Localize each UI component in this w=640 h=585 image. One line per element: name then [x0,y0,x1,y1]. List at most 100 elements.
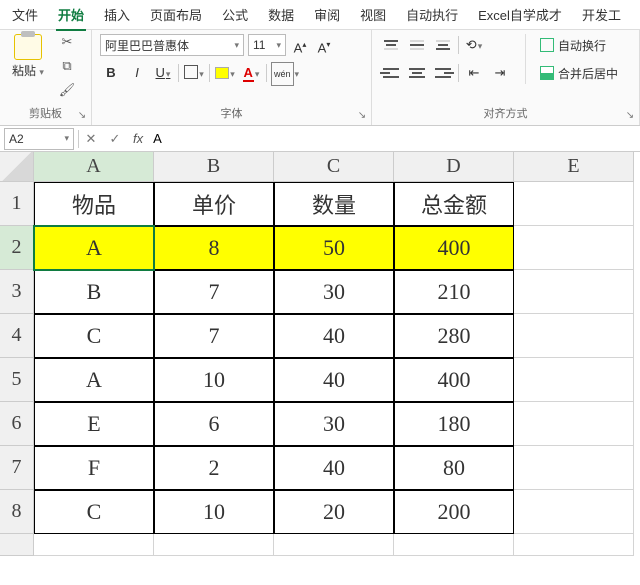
cell-e3[interactable] [514,270,634,314]
align-center-button[interactable] [406,62,428,84]
tab-view[interactable]: 视图 [350,0,396,30]
increase-indent-button[interactable]: ⇥ [489,62,511,84]
cell-d6[interactable]: 180 [394,402,514,446]
align-left-button[interactable] [380,62,402,84]
cell-c1[interactable]: 数量 [274,182,394,226]
tab-review[interactable]: 审阅 [304,0,350,30]
cell-b8[interactable]: 10 [154,490,274,534]
cell-e9[interactable] [514,534,634,556]
alignment-launcher-icon[interactable]: ↘ [623,109,637,123]
row-header-7[interactable]: 7 [0,446,34,490]
cell-e2[interactable] [514,226,634,270]
row-header-6[interactable]: 6 [0,402,34,446]
fill-color-button[interactable]: ▾ [214,62,236,84]
cell-b2[interactable]: 8 [154,226,274,270]
decrease-indent-button[interactable]: ⇤ [463,62,485,84]
phonetic-button[interactable]: wén▾ [271,62,299,84]
select-all-corner[interactable] [0,152,34,182]
cell-c6[interactable]: 30 [274,402,394,446]
tab-page-layout[interactable]: 页面布局 [140,0,212,30]
cell-b7[interactable]: 2 [154,446,274,490]
cell-d5[interactable]: 400 [394,358,514,402]
cell-c9[interactable] [274,534,394,556]
decrease-font-button[interactable]: A▾ [314,34,334,56]
cell-c5[interactable]: 40 [274,358,394,402]
cell-b4[interactable]: 7 [154,314,274,358]
bold-button[interactable]: B [100,62,122,84]
cell-b9[interactable] [154,534,274,556]
cell-b6[interactable]: 6 [154,402,274,446]
row-header-2[interactable]: 2 [0,226,34,270]
align-right-button[interactable] [432,62,454,84]
cell-e6[interactable] [514,402,634,446]
cell-a9[interactable] [34,534,154,556]
cut-button[interactable]: ✂ [56,34,78,54]
tab-automate[interactable]: 自动执行 [396,0,468,30]
cell-e1[interactable] [514,182,634,226]
copy-button[interactable]: ⧉ [56,58,78,78]
cell-c8[interactable]: 20 [274,490,394,534]
tab-data[interactable]: 数据 [258,0,304,30]
orientation-button[interactable]: ⟲▾ [463,34,485,56]
cell-a5[interactable]: A [34,358,154,402]
cell-d1[interactable]: 总金额 [394,182,514,226]
col-header-a[interactable]: A [34,152,154,182]
font-color-button[interactable]: A▾ [240,62,262,84]
cell-b5[interactable]: 10 [154,358,274,402]
cancel-edit-button[interactable]: ✕ [79,131,103,147]
align-top-button[interactable] [380,34,402,56]
cell-a2[interactable]: A [34,226,154,270]
paste-icon[interactable] [14,34,42,60]
cell-b3[interactable]: 7 [154,270,274,314]
cell-d3[interactable]: 210 [394,270,514,314]
cell-a6[interactable]: E [34,402,154,446]
fx-icon[interactable]: fx [127,131,149,146]
cell-a8[interactable]: C [34,490,154,534]
cell-e7[interactable] [514,446,634,490]
cell-c4[interactable]: 40 [274,314,394,358]
cell-e8[interactable] [514,490,634,534]
col-header-b[interactable]: B [154,152,274,182]
cell-a4[interactable]: C [34,314,154,358]
tab-formulas[interactable]: 公式 [212,0,258,30]
underline-button[interactable]: U▾ [152,62,174,84]
border-button[interactable]: ▾ [183,62,205,84]
cell-d9[interactable] [394,534,514,556]
col-header-c[interactable]: C [274,152,394,182]
tab-home[interactable]: 开始 [48,0,94,30]
row-header-1[interactable]: 1 [0,182,34,226]
font-name-select[interactable]: 阿里巴巴普惠体▾ [100,34,244,56]
paste-button[interactable]: 粘贴 ▾ [12,62,44,79]
row-header-8[interactable]: 8 [0,490,34,534]
row-header-3[interactable]: 3 [0,270,34,314]
col-header-d[interactable]: D [394,152,514,182]
row-header-4[interactable]: 4 [0,314,34,358]
row-header-9[interactable] [0,534,34,556]
col-header-e[interactable]: E [514,152,634,182]
cell-d8[interactable]: 200 [394,490,514,534]
wrap-text-button[interactable]: 自动换行 [540,34,618,56]
font-size-select[interactable]: 11▾ [248,34,286,56]
tab-developer[interactable]: 开发工 [572,0,631,30]
cell-b1[interactable]: 单价 [154,182,274,226]
font-launcher-icon[interactable]: ↘ [355,109,369,123]
cell-a3[interactable]: B [34,270,154,314]
increase-font-button[interactable]: A▴ [290,34,310,56]
align-bottom-button[interactable] [432,34,454,56]
cell-d2[interactable]: 400 [394,226,514,270]
cell-d4[interactable]: 280 [394,314,514,358]
formula-input[interactable] [149,128,640,150]
name-box[interactable]: A2▾ [4,128,74,150]
cell-c3[interactable]: 30 [274,270,394,314]
tab-insert[interactable]: 插入 [94,0,140,30]
format-painter-button[interactable]: 🖌 [56,82,78,102]
cell-c2[interactable]: 50 [274,226,394,270]
clipboard-launcher-icon[interactable]: ↘ [75,109,89,123]
cell-c7[interactable]: 40 [274,446,394,490]
align-middle-button[interactable] [406,34,428,56]
tab-custom-1[interactable]: Excel自学成才 [468,0,572,30]
cell-e5[interactable] [514,358,634,402]
cell-d7[interactable]: 80 [394,446,514,490]
cell-e4[interactable] [514,314,634,358]
row-header-5[interactable]: 5 [0,358,34,402]
